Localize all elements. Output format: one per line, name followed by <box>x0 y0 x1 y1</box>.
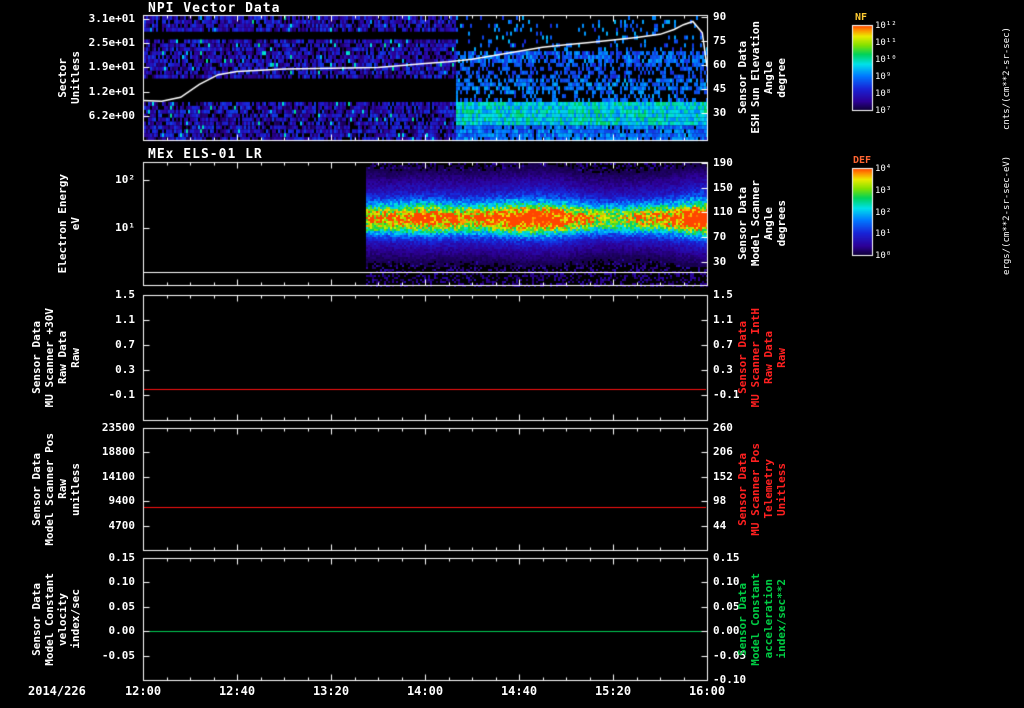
panel3-right-tick-label: 0.7 <box>713 338 733 351</box>
axis-label-line: Model Constant <box>43 572 56 666</box>
axis-label-line: Raw Data <box>56 331 69 384</box>
axis-label-line: Raw <box>69 347 82 368</box>
axis-label-line: Model Scanner <box>749 180 762 267</box>
axis-label-line: Sensor Data <box>736 321 749 394</box>
colorbar1-tick-label: 10¹¹ <box>875 38 897 48</box>
panel2-title: MEx ELS-01 LR <box>148 147 263 162</box>
panel1-right-tick-label: 45 <box>713 82 727 95</box>
colorbar2-unit-label: ergs/(cm**2-sr-sec-eV) <box>1002 155 1012 275</box>
axis-label-line: Sensor Data <box>30 452 43 526</box>
x-axis-tick-label: 12:00 <box>124 684 162 698</box>
axis-label-line: degree <box>775 57 788 98</box>
colorbar2-tick-label: 10² <box>875 208 892 218</box>
axis-label-line: Telemetry <box>762 459 775 519</box>
panel2-right-tick-label: 30 <box>713 255 727 268</box>
x-axis-tick-label: 13:20 <box>312 684 350 698</box>
panel2-right-tick-label: 150 <box>713 181 733 194</box>
axis-label-line: unitless <box>69 462 82 516</box>
panel2-right-tick-label: 190 <box>713 156 733 169</box>
panel4-right-tick-label: 44 <box>713 519 727 532</box>
panel1-right-tick-label: 60 <box>713 58 727 71</box>
colorbar1-tick-label: 10¹⁰ <box>875 55 897 65</box>
colorbar1-tick-label: 10¹² <box>875 21 897 31</box>
panel4-right-tick-label: 152 <box>713 470 733 483</box>
panel2-right-tick-label: 70 <box>713 230 727 243</box>
colorbar2-tick-label: 10⁰ <box>875 251 892 261</box>
x-axis-date-label: 2014/226 <box>28 684 86 698</box>
panel2-right-tick-label: 110 <box>713 205 733 218</box>
panel3-right-axis-label: Sensor Data MU Scanner IntH Raw Data Raw <box>736 295 808 420</box>
axis-label-line: MU Scanner Pos <box>749 442 762 536</box>
x-axis-tick-label: 14:40 <box>500 684 538 698</box>
axis-label-line: acceleration <box>762 579 775 659</box>
colorbar1-tick-label: 10⁷ <box>875 106 892 116</box>
axis-label-line: Raw Data <box>762 331 775 384</box>
colorbar1-name: NF <box>855 12 868 23</box>
axis-label-line: Unitless <box>69 51 82 104</box>
panel4-left-axis-label: Sensor Data Model Scanner Pos Raw unitless <box>10 428 82 550</box>
axis-label-line: degrees <box>775 200 788 247</box>
panel1-title: NPI Vector Data <box>148 1 281 16</box>
x-axis-tick-label: 14:00 <box>406 684 444 698</box>
axis-label-line: Raw <box>775 347 788 368</box>
panel1-right-axis-label: Sensor Data ESH Sun Elevation Angle degree <box>736 15 808 140</box>
axis-label-line: Model Constant <box>749 572 762 666</box>
panel1-left-axis-label: Sector Unitless <box>10 15 82 140</box>
axis-label-line: ESH Sun Elevation <box>749 21 762 134</box>
panel4-right-axis-label: Sensor Data MU Scanner Pos Telemetry Unitle… <box>736 428 808 550</box>
axis-label-line: index/sec**2 <box>775 579 788 659</box>
panel3-right-tick-label: 1.5 <box>713 288 733 301</box>
axis-label-line: Sensor Data <box>736 41 749 114</box>
axis-label-line: Sensor Data <box>30 582 43 656</box>
panel3-right-tick-label: 0.3 <box>713 363 733 376</box>
axis-label-line: Sector <box>56 57 69 98</box>
x-axis-tick-label: 12:40 <box>218 684 256 698</box>
plots-canvas <box>0 0 1024 708</box>
axis-label-line: Raw <box>56 479 69 499</box>
colorbar1-tick-label: 10⁹ <box>875 72 892 82</box>
axis-label-line: Electron Energy <box>56 173 69 274</box>
panel1-right-tick-label: 30 <box>713 106 727 119</box>
axis-label-line: Unitless <box>775 462 788 516</box>
x-axis-tick-label: 16:00 <box>688 684 726 698</box>
axis-label-line: velocity <box>56 592 69 646</box>
axis-label-line: Sensor Data <box>736 582 749 656</box>
axis-label-line: Model Scanner Pos <box>43 432 56 546</box>
colorbar2-tick-label: 10⁴ <box>875 164 892 174</box>
axis-label-line: MU Scanner +30V <box>43 307 56 408</box>
axis-label-line: Angle <box>762 60 775 95</box>
panel2-left-axis-label: Electron Energy eV <box>10 162 82 285</box>
axis-label-line: index/sec <box>69 589 82 649</box>
colorbar1-tick-label: 10⁸ <box>875 89 892 99</box>
colorbar1-unit-label: cnts/(cm**2-sr-sec) <box>1002 27 1012 130</box>
panel2-right-axis-label: Sensor Data Model Scanner Angle degrees <box>736 162 808 285</box>
axis-label-line: eV <box>69 216 82 231</box>
panel5-right-axis-label: Sensor Data Model Constant acceleration ind… <box>736 558 808 680</box>
panel1-right-tick-label: 90 <box>713 10 727 23</box>
panel3-right-tick-label: 1.1 <box>713 313 733 326</box>
colorbar2-tick-label: 10³ <box>875 186 892 196</box>
panel1-right-tick-label: 75 <box>713 34 727 47</box>
panel4-right-tick-label: 206 <box>713 445 733 458</box>
axis-label-line: Sensor Data <box>736 187 749 260</box>
x-axis-tick-label: 15:20 <box>594 684 632 698</box>
axis-label-line: Angle <box>762 206 775 241</box>
multi-panel-time-series-plot: NPI Vector Data MEx ELS-01 LR NF DEF cnt… <box>0 0 1024 708</box>
panel4-right-tick-label: 98 <box>713 494 727 507</box>
axis-label-line: Sensor Data <box>30 321 43 394</box>
panel5-left-axis-label: Sensor Data Model Constant velocity index/s… <box>10 558 82 680</box>
colorbar2-name: DEF <box>853 155 872 166</box>
panel4-right-tick-label: 260 <box>713 421 733 434</box>
axis-label-line: MU Scanner IntH <box>749 307 762 408</box>
panel3-left-axis-label: Sensor Data MU Scanner +30V Raw Data Raw <box>10 295 82 420</box>
axis-label-line: Sensor Data <box>736 452 749 526</box>
colorbar2-tick-label: 10¹ <box>875 229 892 239</box>
